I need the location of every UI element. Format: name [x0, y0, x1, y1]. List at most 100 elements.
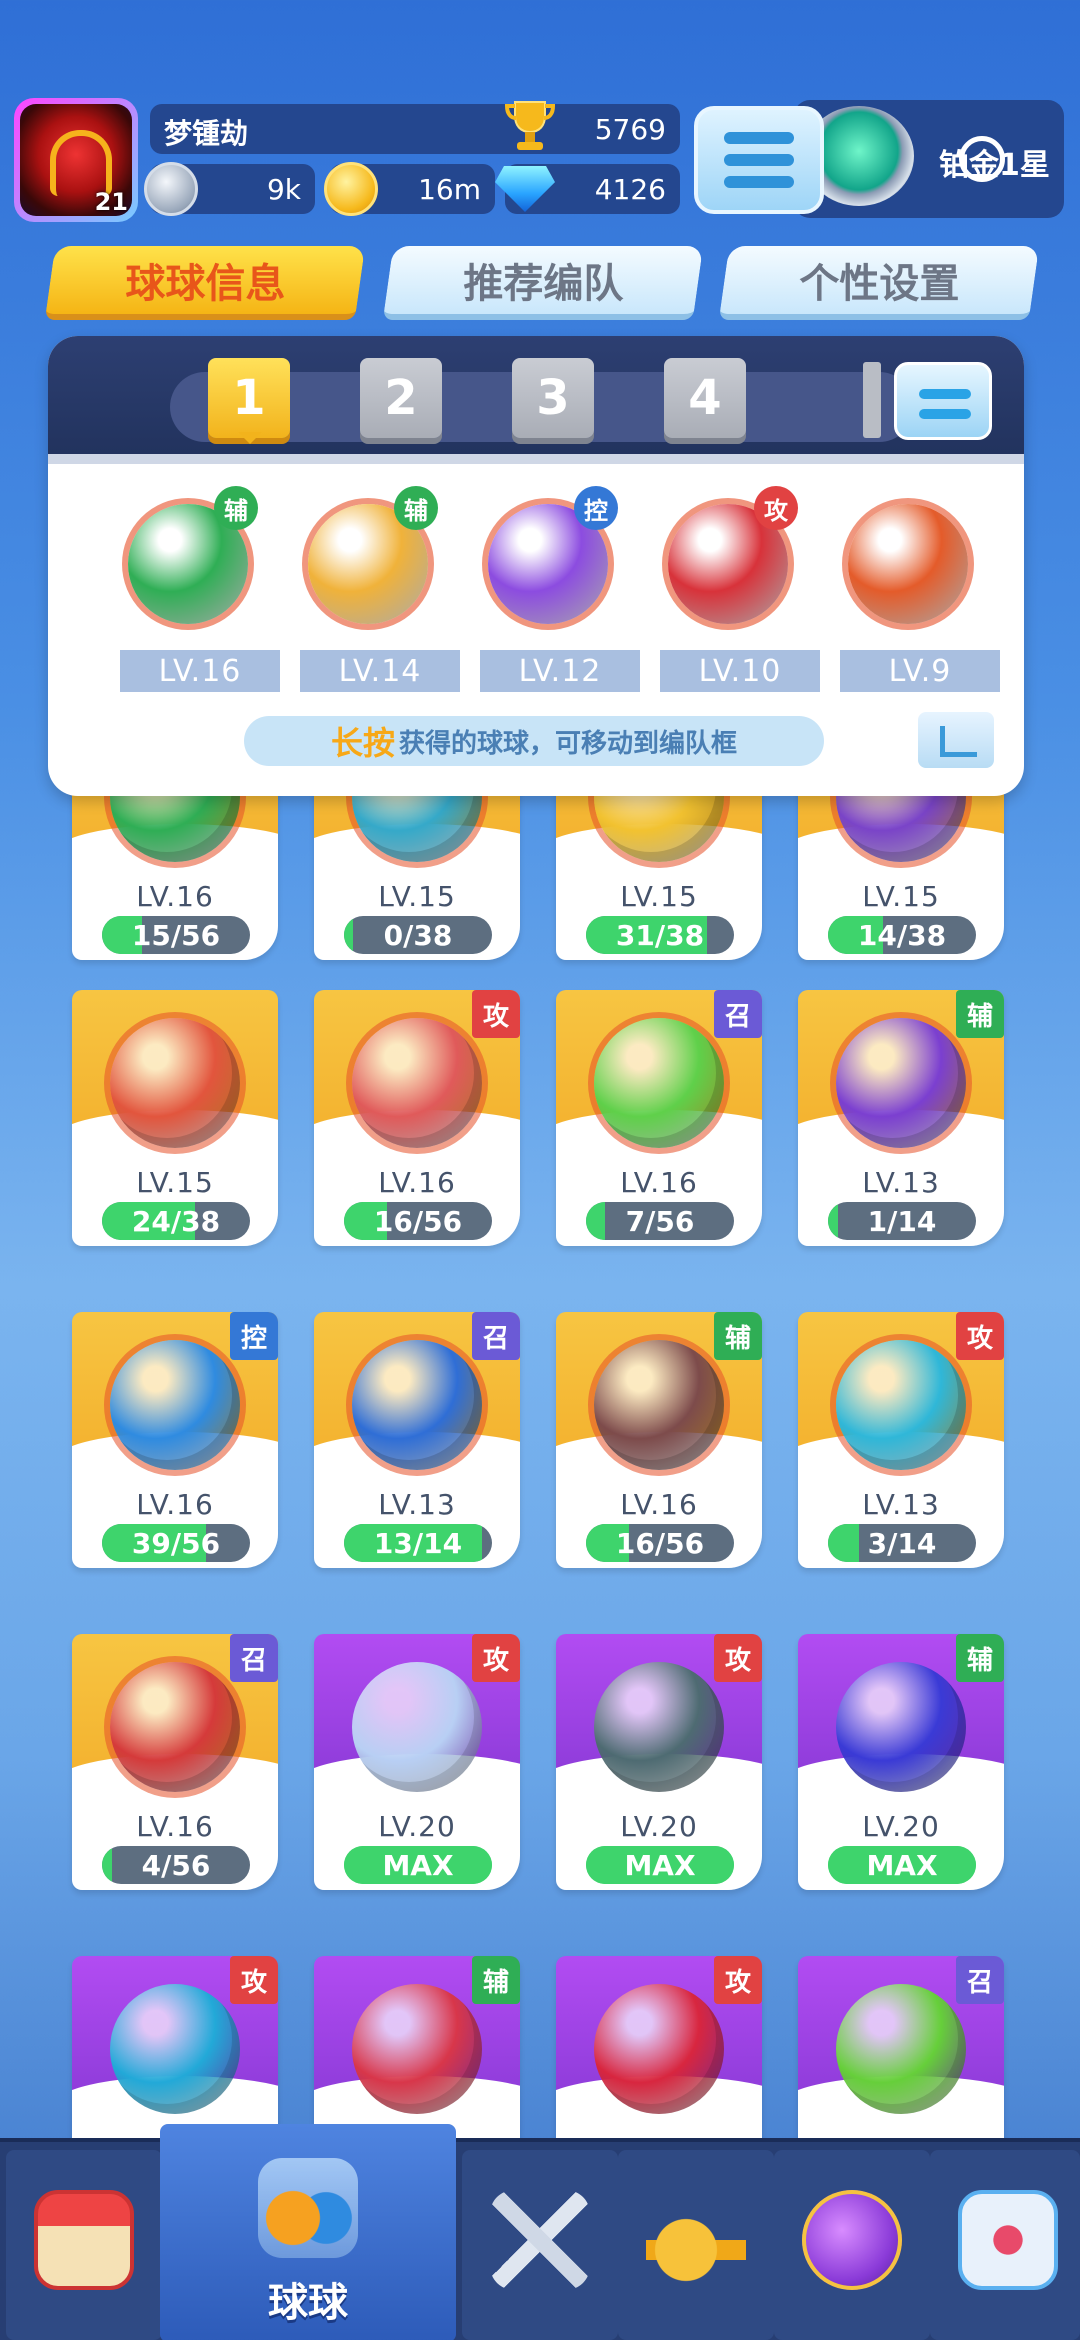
ball-card[interactable]: 召 LV.16 7/56 — [556, 990, 762, 1246]
trophy-icon — [505, 101, 555, 150]
ball-orb-icon — [352, 1662, 482, 1792]
shop-icon — [34, 2190, 134, 2290]
ball-level: LV.20 — [620, 1810, 698, 1843]
team-slot-1[interactable]: 1 — [208, 358, 290, 444]
nav-balls-label: 球球 — [268, 2280, 348, 2326]
ball-role-tag: 召 — [230, 1634, 278, 1682]
tab-personal-settings[interactable]: 个性设置 — [718, 246, 1040, 320]
ball-card[interactable]: 攻 LV.20 MAX — [314, 1634, 520, 1890]
tab-label: 个性设置 — [799, 261, 960, 307]
ball-card[interactable]: 召 LV.13 13/14 — [314, 1312, 520, 1568]
ball-card[interactable]: 攻 LV.20 MAX — [556, 1634, 762, 1890]
team-ball[interactable] — [828, 486, 978, 666]
ball-orb-icon — [836, 1340, 966, 1470]
share-button[interactable] — [916, 710, 996, 770]
ball-role-tag: 攻 — [472, 990, 520, 1038]
ball-card[interactable]: 辅 LV.16 16/56 — [556, 1312, 762, 1568]
team-slot-2[interactable]: 2 — [360, 358, 442, 438]
ball-role-tag: 攻 — [754, 486, 798, 530]
ball-role-tag: 召 — [956, 1956, 1004, 2004]
ball-orb-icon — [848, 504, 968, 624]
team-ball[interactable]: 辅 — [288, 486, 438, 666]
ball-level: LV.16 — [620, 1166, 698, 1199]
menu-button[interactable] — [694, 106, 824, 214]
ball-card[interactable]: 攻 LV.13 3/14 — [798, 1312, 1004, 1568]
ball-card[interactable]: 辅 LV.13 1/14 — [798, 990, 1004, 1246]
team-slot-4[interactable]: 4 — [664, 358, 746, 438]
ball-orb-icon — [594, 1340, 724, 1470]
upgrade-progress: 7/56 — [586, 1202, 734, 1240]
swap-team-button[interactable] — [894, 362, 992, 440]
ball-card[interactable]: 控 LV.16 39/56 — [72, 1312, 278, 1568]
silver-bar[interactable]: 9k — [144, 162, 315, 216]
nav-shop[interactable] — [6, 2150, 162, 2340]
team-slot-5-partial[interactable] — [863, 362, 881, 438]
tab-ball-info[interactable]: 球球信息 — [44, 246, 366, 320]
ball-level: LV.16 — [620, 1488, 698, 1521]
ball-orb-icon — [836, 1018, 966, 1148]
ball-card[interactable]: 攻 LV.16 16/56 — [314, 990, 520, 1246]
ball-orb-icon — [594, 1662, 724, 1792]
ball-level: LV.16 — [136, 1810, 214, 1843]
ball-card[interactable]: LV.15 24/38 — [72, 990, 278, 1246]
ball-card[interactable]: 召 LV.16 4/56 — [72, 1634, 278, 1890]
player-name: 梦锺劫 — [164, 117, 249, 150]
progress-text: 4/56 — [141, 1848, 211, 1882]
ball-role-tag: 辅 — [956, 1634, 1004, 1682]
progress-text: 13/14 — [373, 1526, 463, 1560]
gold-bar[interactable]: 16m — [324, 162, 495, 216]
nav-balls[interactable]: 球球 — [160, 2124, 456, 2340]
upgrade-progress: MAX — [586, 1846, 734, 1884]
team-ball[interactable]: 攻 — [648, 486, 798, 666]
chat-heart-icon — [958, 2190, 1058, 2290]
ball-role-tag: 控 — [230, 1312, 278, 1360]
nav-battle[interactable] — [462, 2150, 618, 2340]
ball-orb-icon — [110, 1018, 240, 1148]
ball-level: LV.15 — [136, 1166, 214, 1199]
hint-text: 获得的球球，可移动到编队框 — [399, 728, 738, 759]
ball-orb-icon — [352, 1018, 482, 1148]
team-slot-3[interactable]: 3 — [512, 358, 594, 438]
diamond-icon — [495, 166, 555, 212]
hint-highlight: 长按 — [330, 724, 395, 762]
ball-role-tag: 攻 — [956, 1312, 1004, 1360]
upgrade-progress: 3/14 — [828, 1524, 976, 1562]
progress-text: 31/38 — [615, 918, 705, 952]
rank-panel[interactable]: 铂金1星 — [794, 100, 1064, 218]
progress-text: 3/14 — [867, 1526, 937, 1560]
power-icon — [959, 136, 1005, 182]
ball-role-tag: 攻 — [714, 1956, 762, 2004]
ball-role-tag: 攻 — [714, 1634, 762, 1682]
ball-level: LV.20 — [862, 1810, 940, 1843]
silver-amount: 9k — [266, 173, 301, 206]
ball-orb-icon — [352, 1984, 482, 2114]
ball-orb-icon — [594, 1984, 724, 2114]
progress-text: 16/56 — [373, 1204, 463, 1238]
upgrade-progress: 31/38 — [586, 916, 734, 954]
ball-level: LV.16 — [136, 880, 214, 913]
upgrade-progress: 39/56 — [102, 1524, 250, 1562]
team-slot-header: 1 2 3 4 — [48, 336, 1024, 464]
ball-level: LV.13 — [378, 1488, 456, 1521]
upgrade-progress: 14/38 — [828, 916, 976, 954]
team-ball[interactable]: 控 — [468, 486, 618, 666]
tab-recommended-team[interactable]: 推荐编队 — [382, 246, 704, 320]
ball-role-tag: 辅 — [956, 990, 1004, 1038]
upgrade-progress: 13/14 — [344, 1524, 492, 1562]
player-avatar[interactable]: 21 — [14, 98, 138, 222]
menu-icon — [724, 132, 794, 144]
gem-bar[interactable]: 4126 — [495, 164, 680, 214]
hint-bar: 长按 获得的球球，可移动到编队框 — [244, 716, 824, 766]
progress-text: 24/38 — [131, 1204, 221, 1238]
nav-whistle[interactable] — [618, 2150, 774, 2340]
trophy-count: 5769 — [594, 113, 666, 146]
nav-planet[interactable] — [774, 2150, 930, 2340]
nav-chat[interactable] — [930, 2150, 1080, 2340]
ball-orb-icon — [352, 1340, 482, 1470]
ball-card[interactable]: 辅 LV.20 MAX — [798, 1634, 1004, 1890]
ball-role-tag: 攻 — [472, 1634, 520, 1682]
upgrade-progress: 24/38 — [102, 1202, 250, 1240]
team-ball[interactable]: 辅 — [108, 486, 258, 666]
ball-orb-icon — [836, 1662, 966, 1792]
gem-amount: 4126 — [594, 173, 666, 206]
